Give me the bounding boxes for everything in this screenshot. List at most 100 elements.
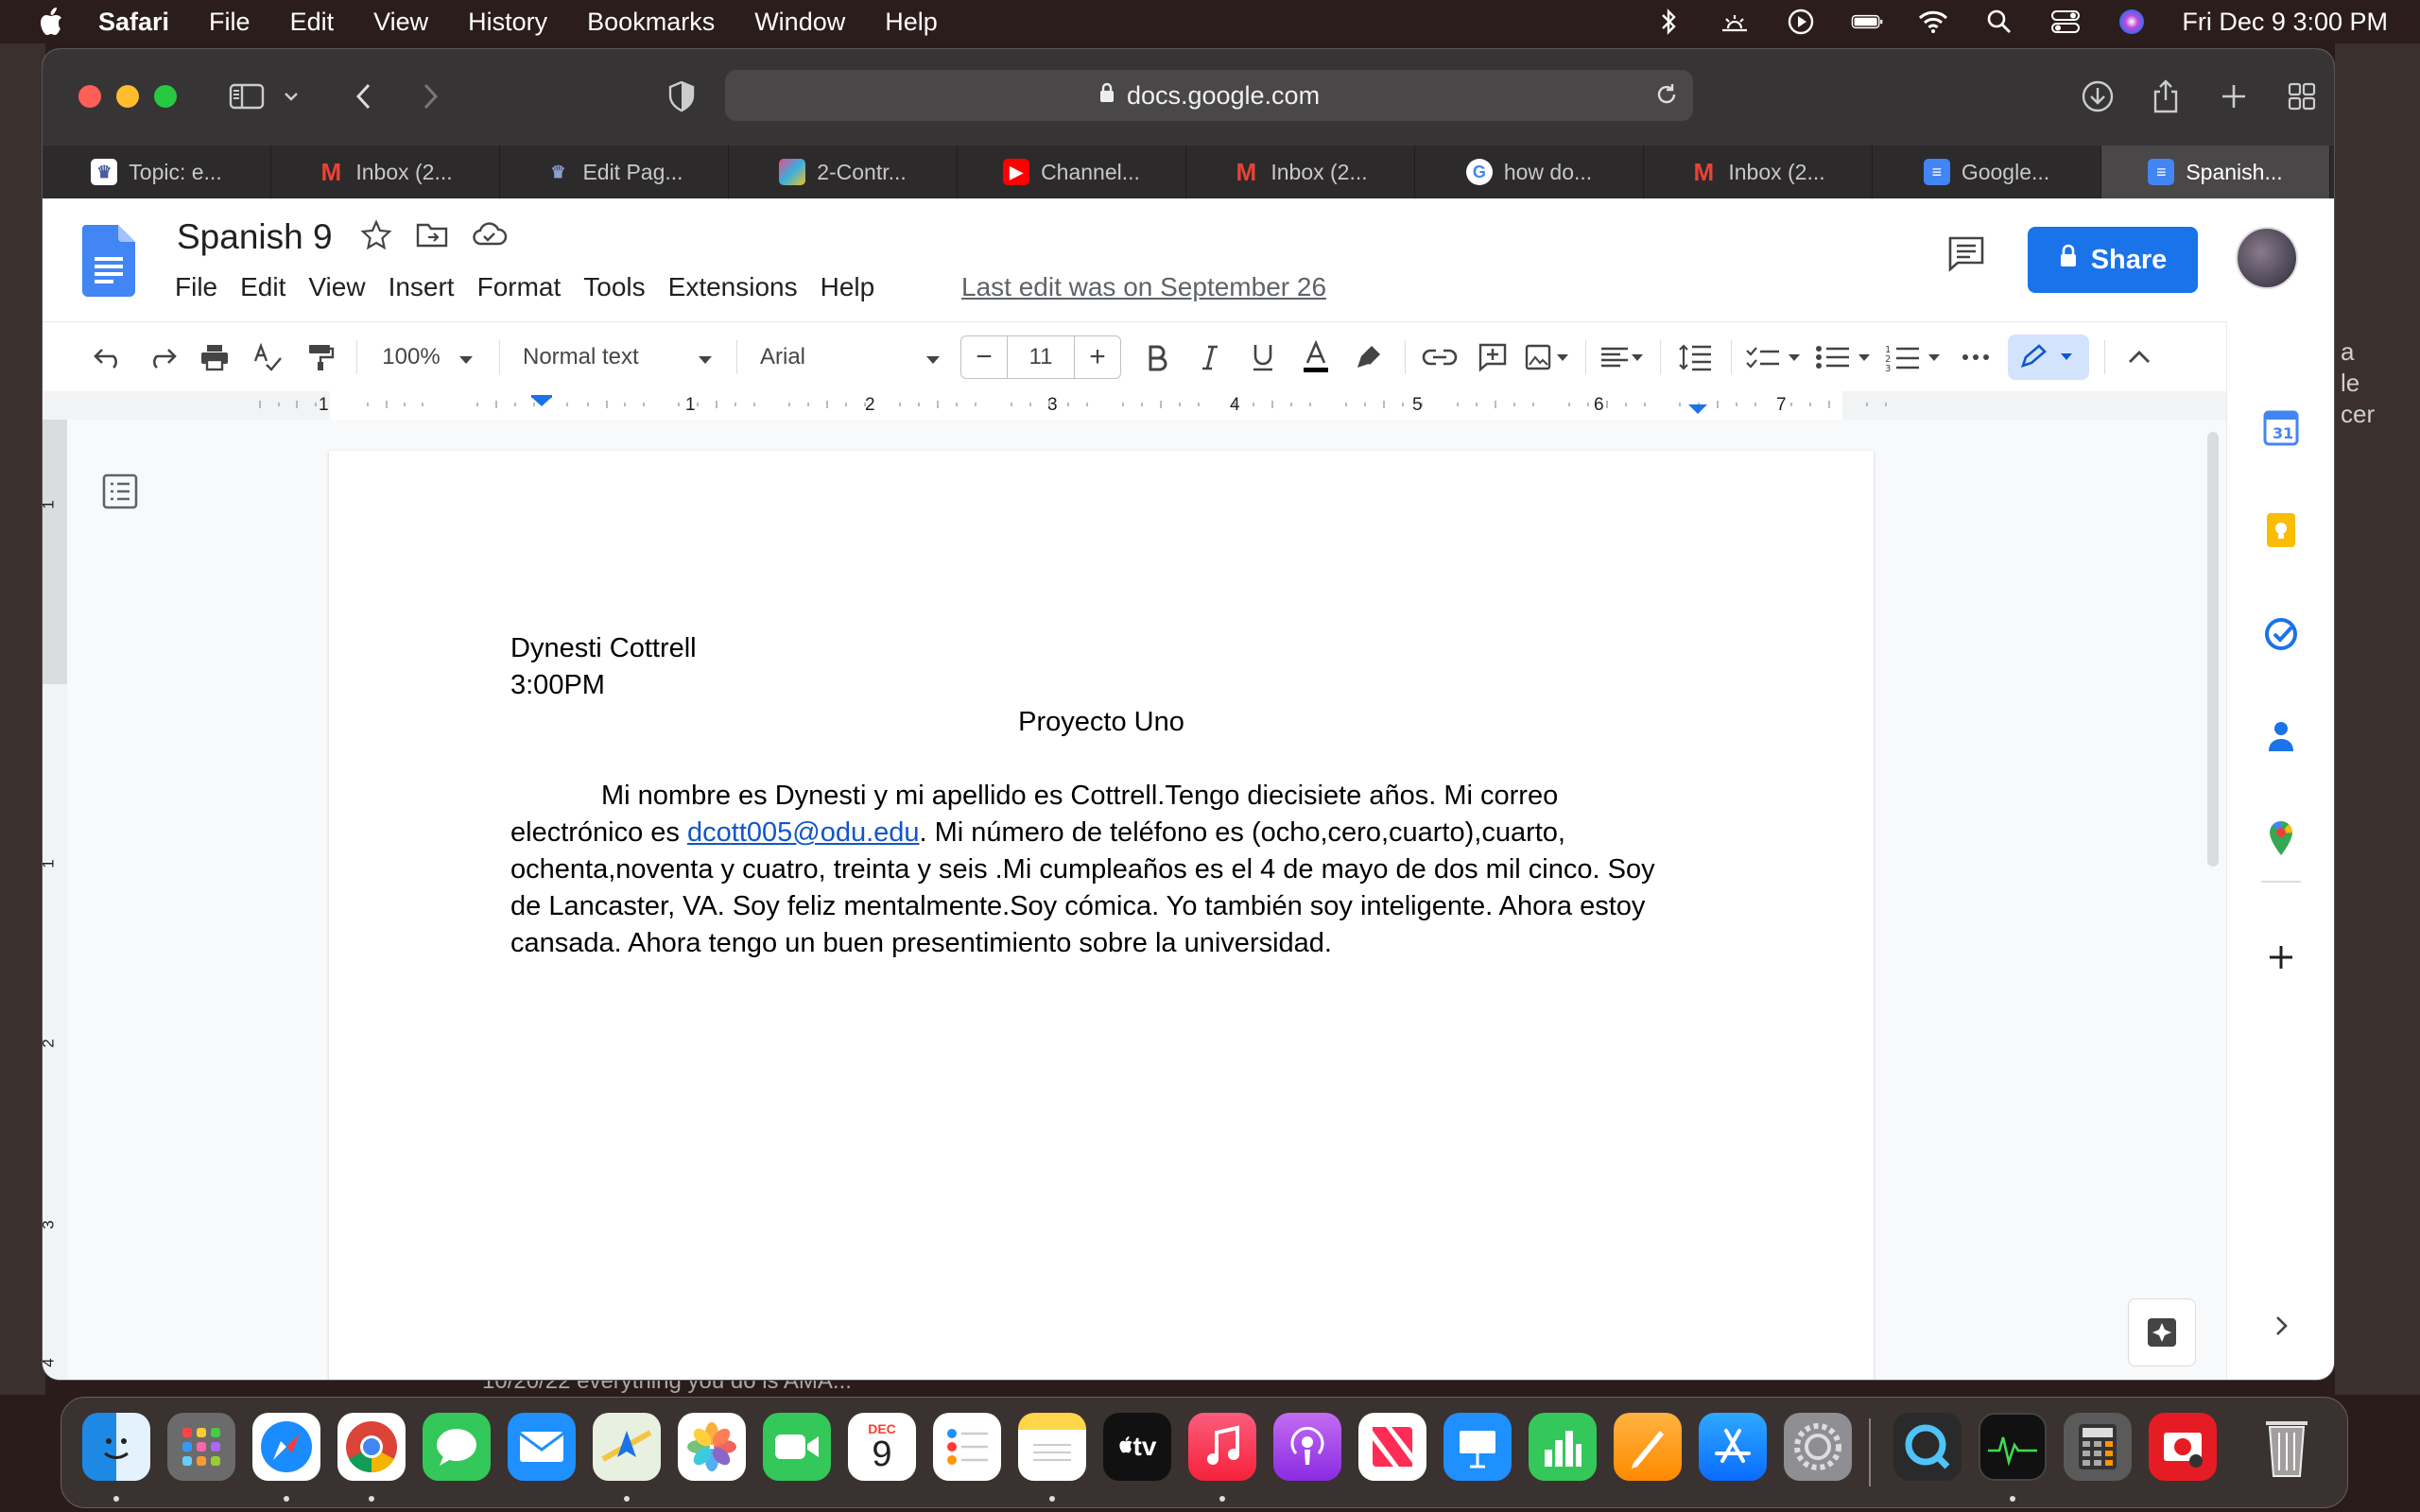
sidebar-toggle-icon[interactable]: [226, 76, 268, 117]
more-options-icon[interactable]: [1955, 335, 1996, 380]
apple-tv-icon[interactable]: tv: [1103, 1413, 1171, 1481]
menu-bookmarks[interactable]: Bookmarks: [587, 8, 715, 37]
docs-menu-extensions[interactable]: Extensions: [668, 272, 798, 302]
menu-history[interactable]: History: [468, 8, 547, 37]
star-icon[interactable]: [360, 219, 392, 256]
browser-tab[interactable]: Ghow do...: [1415, 146, 1644, 198]
decrease-font-size-button[interactable]: −: [961, 336, 1007, 378]
docs-menu-view[interactable]: View: [308, 272, 365, 302]
paragraph-style-select[interactable]: Normal text: [513, 335, 721, 380]
add-comment-icon[interactable]: [1472, 335, 1513, 380]
browser-tab[interactable]: M Inbox (2...: [1644, 146, 1873, 198]
maps-app-icon[interactable]: [593, 1413, 661, 1481]
cloud-saved-icon[interactable]: [472, 219, 508, 254]
docs-menu-edit[interactable]: Edit: [240, 272, 285, 302]
battery-icon[interactable]: [1851, 6, 1883, 38]
insert-image-icon[interactable]: [1525, 335, 1570, 380]
maps-icon[interactable]: [2261, 818, 2301, 858]
activity-monitor-icon[interactable]: [1979, 1413, 2047, 1481]
numbered-list-icon[interactable]: 123: [1885, 335, 1944, 380]
get-add-ons-icon[interactable]: [2261, 937, 2301, 977]
document-body[interactable]: Dynesti Cottrell 3:00PM Proyecto Uno Mi …: [510, 630, 1692, 962]
share-icon[interactable]: [2145, 76, 2187, 117]
minimize-window-button[interactable]: [116, 85, 139, 108]
horizontal-ruler[interactable]: 1 1 2 3 4 5 6 7: [43, 391, 2226, 420]
share-button[interactable]: Share: [2028, 227, 2198, 293]
hide-side-panel-icon[interactable]: [2261, 1306, 2301, 1346]
redo-icon[interactable]: [141, 335, 182, 380]
back-button-icon[interactable]: [343, 76, 385, 117]
zoom-select[interactable]: 100%: [371, 335, 484, 380]
wifi-icon[interactable]: [1917, 6, 1949, 38]
calendar-app-icon[interactable]: DEC 9: [848, 1413, 916, 1481]
reminders-icon[interactable]: [933, 1413, 1001, 1481]
browser-tab[interactable]: ▶ Channel...: [958, 146, 1186, 198]
system-preferences-icon[interactable]: [1784, 1413, 1852, 1481]
bulleted-list-icon[interactable]: [1815, 335, 1874, 380]
apple-menu-icon[interactable]: [26, 0, 76, 43]
highlight-color-icon[interactable]: [1348, 335, 1390, 380]
contacts-icon[interactable]: [2261, 716, 2301, 756]
podcasts-icon[interactable]: [1273, 1413, 1341, 1481]
google-docs-logo-icon[interactable]: [82, 225, 135, 301]
document-title[interactable]: Spanish 9: [177, 217, 333, 257]
menu-file[interactable]: File: [209, 8, 251, 37]
docs-menu-insert[interactable]: Insert: [389, 272, 455, 302]
collapse-menus-icon[interactable]: [2118, 335, 2160, 380]
notes-icon[interactable]: [1018, 1413, 1086, 1481]
avatar[interactable]: [2236, 227, 2298, 289]
control-center-icon[interactable]: [2049, 6, 2082, 38]
undo-icon[interactable]: [88, 335, 130, 380]
browser-tab[interactable]: M Inbox (2...: [1186, 146, 1415, 198]
now-playing-icon[interactable]: [1785, 6, 1817, 38]
docs-menu-tools[interactable]: Tools: [583, 272, 645, 302]
scrollbar[interactable]: [2207, 432, 2219, 867]
downloads-icon[interactable]: [2077, 76, 2118, 117]
explore-sparkle-icon[interactable]: [2128, 1298, 2196, 1366]
docs-menu-file[interactable]: File: [175, 272, 217, 302]
line-spacing-icon[interactable]: [1674, 335, 1716, 380]
text-color-icon[interactable]: [1295, 335, 1337, 380]
close-window-button[interactable]: [78, 85, 101, 108]
keep-icon[interactable]: [2261, 510, 2301, 550]
messages-icon[interactable]: [423, 1413, 491, 1481]
privacy-shield-icon[interactable]: [661, 76, 702, 117]
document-outline-icon[interactable]: [101, 472, 139, 515]
menu-window[interactable]: Window: [754, 8, 845, 37]
menu-help[interactable]: Help: [885, 8, 938, 37]
align-left-icon[interactable]: [1599, 335, 1645, 380]
document-page[interactable]: Dynesti Cottrell 3:00PM Proyecto Uno Mi …: [329, 451, 1874, 1380]
trash-icon[interactable]: [2253, 1413, 2321, 1481]
music-icon[interactable]: [1188, 1413, 1256, 1481]
forward-button-icon[interactable]: [409, 76, 451, 117]
brightness-icon[interactable]: [1719, 6, 1751, 38]
browser-tab[interactable]: ♛ Edit Pag...: [500, 146, 729, 198]
chevron-down-icon[interactable]: [277, 76, 305, 117]
last-edit-link[interactable]: Last edit was on September 26: [961, 272, 1326, 302]
finder-icon[interactable]: [82, 1413, 150, 1481]
browser-tab[interactable]: ≡ Google...: [1873, 146, 2101, 198]
tab-overview-icon[interactable]: [2281, 76, 2323, 117]
paint-format-icon[interactable]: [300, 335, 341, 380]
calendar-icon[interactable]: 31: [2261, 408, 2301, 448]
bold-icon[interactable]: [1136, 335, 1178, 380]
menu-app-name[interactable]: Safari: [98, 8, 169, 37]
tasks-icon[interactable]: [2261, 614, 2301, 654]
safari-icon[interactable]: [252, 1413, 320, 1481]
underline-icon[interactable]: [1242, 335, 1284, 380]
comment-history-icon[interactable]: [1946, 234, 1986, 277]
menu-view[interactable]: View: [373, 8, 428, 37]
reload-icon[interactable]: [1653, 81, 1680, 114]
browser-tab[interactable]: 2-Contr...: [729, 146, 958, 198]
facetime-icon[interactable]: [763, 1413, 831, 1481]
chrome-icon[interactable]: [337, 1413, 406, 1481]
fullscreen-window-button[interactable]: [154, 85, 177, 108]
bluetooth-icon[interactable]: [1652, 6, 1685, 38]
print-icon[interactable]: [194, 335, 235, 380]
spellcheck-icon[interactable]: [247, 335, 288, 380]
increase-font-size-button[interactable]: +: [1075, 336, 1120, 378]
browser-tab-active[interactable]: ≡ Spanish...: [2101, 146, 2330, 198]
move-folder-icon[interactable]: [415, 219, 449, 254]
news-icon[interactable]: [1358, 1413, 1426, 1481]
siri-icon[interactable]: [2116, 6, 2148, 38]
